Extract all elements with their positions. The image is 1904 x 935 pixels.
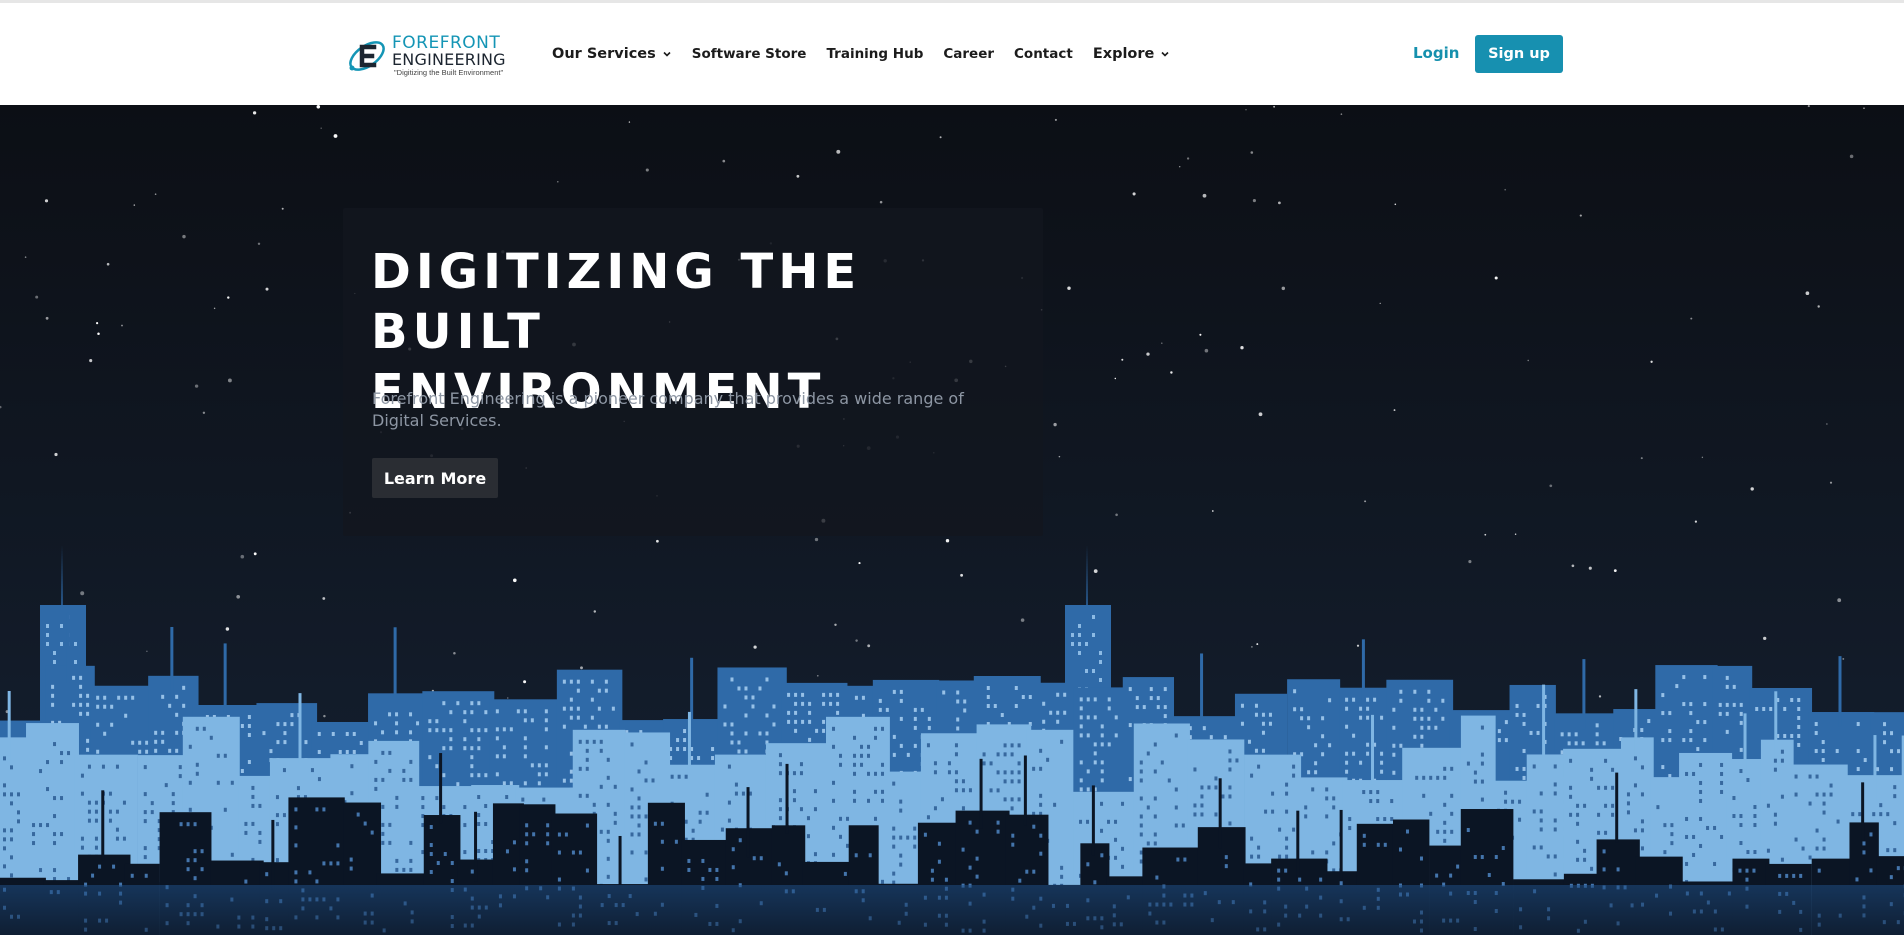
nav-our-services[interactable]: Our Services — [552, 46, 672, 62]
learn-more-button[interactable]: Learn More — [372, 458, 498, 498]
nav-explore-label: Explore — [1092, 46, 1155, 62]
site-header: FOREFRONT ENGINEERING "Digitizing the Bu… — [0, 3, 1904, 105]
nav-software-store[interactable]: Software Store — [692, 46, 807, 62]
login-link[interactable]: Login — [1413, 44, 1459, 62]
brand-logo[interactable]: FOREFRONT ENGINEERING "Digitizing the Bu… — [346, 33, 522, 81]
nav-contact[interactable]: Contact — [1014, 46, 1073, 62]
nav-our-services-label: Our Services — [552, 46, 656, 62]
nav-career[interactable]: Career — [943, 46, 994, 62]
hero-description: Forefront Engineering is a pioneer compa… — [372, 389, 964, 430]
hero-card: DIGITIZING THE BUILT ENVIRONMENT Forefro… — [343, 208, 1043, 536]
chevron-down-icon — [1161, 51, 1169, 57]
logo-name-line2: ENGINEERING — [392, 50, 506, 69]
nav-training-hub-label: Training Hub — [826, 46, 924, 62]
hero-section: DIGITIZING THE BUILT ENVIRONMENT Forefro… — [0, 105, 1904, 935]
main-nav: Our Services Software Store Training Hub… — [552, 3, 1190, 105]
nav-training-hub[interactable]: Training Hub — [826, 46, 923, 62]
orbit-e-logo-icon — [349, 41, 385, 71]
nav-explore[interactable]: Explore — [1093, 46, 1171, 62]
logo-tagline: "Digitizing the Built Environment" — [394, 68, 504, 77]
nav-contact-label: Contact — [1014, 46, 1073, 62]
nav-software-store-label: Software Store — [691, 46, 807, 62]
nav-career-label: Career — [943, 46, 995, 62]
signup-button[interactable]: Sign up — [1475, 35, 1563, 73]
chevron-down-icon — [663, 51, 671, 57]
